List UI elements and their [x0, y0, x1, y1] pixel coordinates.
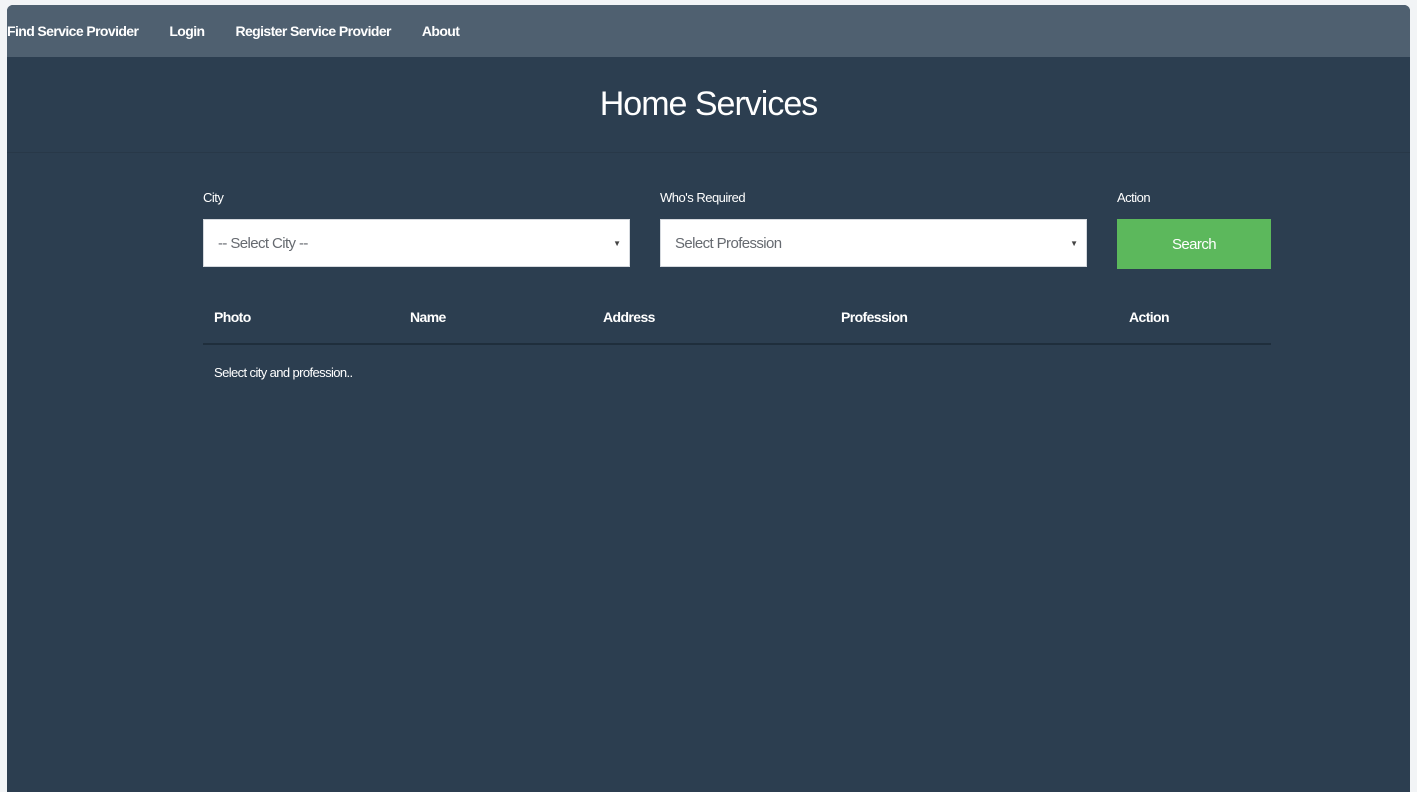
nav-brand-link[interactable]: Find Service Provider: [7, 23, 139, 39]
action-field-group: Action Search: [1117, 190, 1271, 269]
results-table: Photo Name Address Profession Action Sel…: [203, 299, 1271, 390]
column-header-profession: Profession: [830, 299, 1118, 345]
profession-label: Who's Required: [660, 190, 746, 205]
city-field-group: City -- Select City -- ▼: [203, 190, 630, 269]
nav-about-link[interactable]: About: [422, 23, 460, 39]
nav-register-link[interactable]: Register Service Provider: [235, 23, 391, 39]
top-navbar: Find Service Provider Login Register Ser…: [7, 5, 1410, 57]
page-title: Home Services: [599, 85, 819, 123]
empty-results-message: Select city and profession..: [214, 365, 353, 380]
city-select[interactable]: -- Select City -- ▼: [203, 219, 630, 267]
caret-down-icon: ▼: [1070, 238, 1078, 248]
search-button[interactable]: Search: [1117, 219, 1271, 269]
table-header-row: Photo Name Address Profession Action: [203, 299, 1271, 345]
app-window: Find Service Provider Login Register Ser…: [7, 5, 1410, 792]
city-label: City: [203, 190, 224, 205]
caret-down-icon: ▼: [613, 238, 621, 248]
profession-field-group: Who's Required Select Profession ▼: [660, 190, 1087, 269]
action-label: Action: [1117, 190, 1151, 205]
hero-header: Home Services: [7, 57, 1410, 153]
profession-select-value: Select Profession: [675, 234, 782, 252]
column-header-photo: Photo: [203, 299, 399, 345]
search-form: City -- Select City -- ▼ Who's Required …: [203, 190, 1271, 269]
column-header-address: Address: [592, 299, 830, 345]
search-panel: City -- Select City -- ▼ Who's Required …: [203, 190, 1271, 390]
city-select-value: -- Select City --: [218, 234, 308, 252]
table-row: Select city and profession..: [203, 344, 1271, 390]
column-header-name: Name: [399, 299, 592, 345]
nav-login-link[interactable]: Login: [169, 23, 205, 39]
column-header-action: Action: [1118, 299, 1271, 345]
profession-select[interactable]: Select Profession ▼: [660, 219, 1087, 267]
